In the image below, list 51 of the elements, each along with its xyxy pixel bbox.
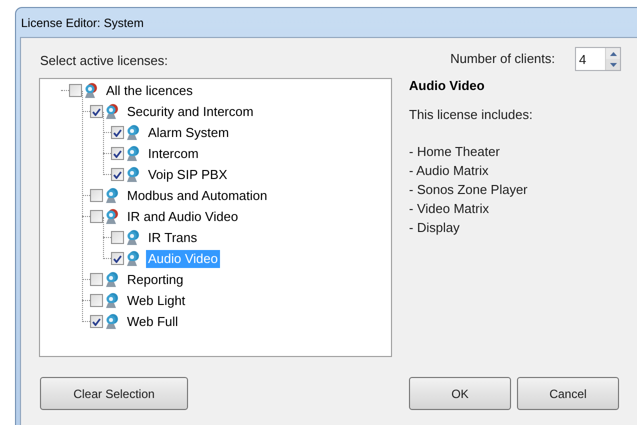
tree-item[interactable]: Web Full — [125, 312, 180, 330]
device-icon — [104, 103, 120, 120]
ok-button[interactable]: OK — [409, 377, 511, 410]
device-icon — [125, 229, 141, 246]
included-item: - Video Matrix — [409, 200, 490, 218]
tree-item[interactable]: Security and Intercom — [125, 102, 256, 120]
device-icon — [125, 124, 141, 141]
device-icon — [104, 292, 120, 309]
device-icon — [125, 250, 141, 267]
details-intro: This license includes: — [409, 106, 534, 124]
included-item: - Audio Matrix — [409, 162, 490, 180]
included-item: - Home Theater — [409, 143, 501, 161]
device-icon — [104, 187, 120, 204]
tree-item[interactable]: Intercom — [146, 144, 201, 162]
checkbox[interactable] — [90, 294, 103, 307]
tree-item[interactable]: IR and Audio Video — [125, 208, 240, 226]
clients-label: Number of clients: — [450, 50, 555, 68]
tree-item[interactable]: Voip SIP PBX — [146, 166, 230, 184]
device-icon — [104, 208, 120, 225]
tree-item[interactable]: IR Trans — [146, 228, 200, 246]
checkbox[interactable] — [90, 315, 103, 328]
checkbox[interactable] — [90, 189, 103, 202]
spin-up-icon[interactable] — [606, 48, 620, 59]
included-item: - Display — [409, 219, 461, 237]
device-icon — [125, 166, 141, 183]
tree-item[interactable]: All the licences — [104, 82, 195, 100]
clients-spinner[interactable]: 4 — [575, 47, 621, 71]
device-icon — [104, 313, 120, 330]
checkbox[interactable] — [111, 252, 124, 265]
checkbox[interactable] — [111, 231, 124, 244]
clear-selection-button[interactable]: Clear Selection — [40, 377, 188, 410]
device-icon — [125, 145, 141, 162]
checkbox[interactable] — [111, 126, 124, 139]
device-icon — [83, 82, 99, 99]
cancel-button[interactable]: Cancel — [517, 377, 619, 410]
checkbox[interactable] — [90, 273, 103, 286]
spin-down-icon[interactable] — [606, 59, 620, 70]
tree-item[interactable]: Reporting — [125, 270, 186, 288]
tree-item[interactable]: Web Light — [125, 292, 188, 310]
tree-item[interactable]: Modbus and Automation — [125, 186, 270, 204]
tree-label: Select active licenses: — [40, 53, 169, 69]
device-icon — [104, 271, 120, 288]
checkbox[interactable] — [111, 147, 124, 160]
checkbox[interactable] — [111, 168, 124, 181]
included-item: - Sonos Zone Player — [409, 181, 529, 199]
details-title: Audio Video — [409, 77, 486, 95]
checkbox[interactable] — [90, 105, 103, 118]
checkbox[interactable] — [90, 210, 103, 223]
window-title: License Editor: System — [21, 14, 144, 32]
checkbox[interactable] — [69, 84, 82, 97]
tree-item[interactable]: Alarm System — [146, 124, 231, 142]
